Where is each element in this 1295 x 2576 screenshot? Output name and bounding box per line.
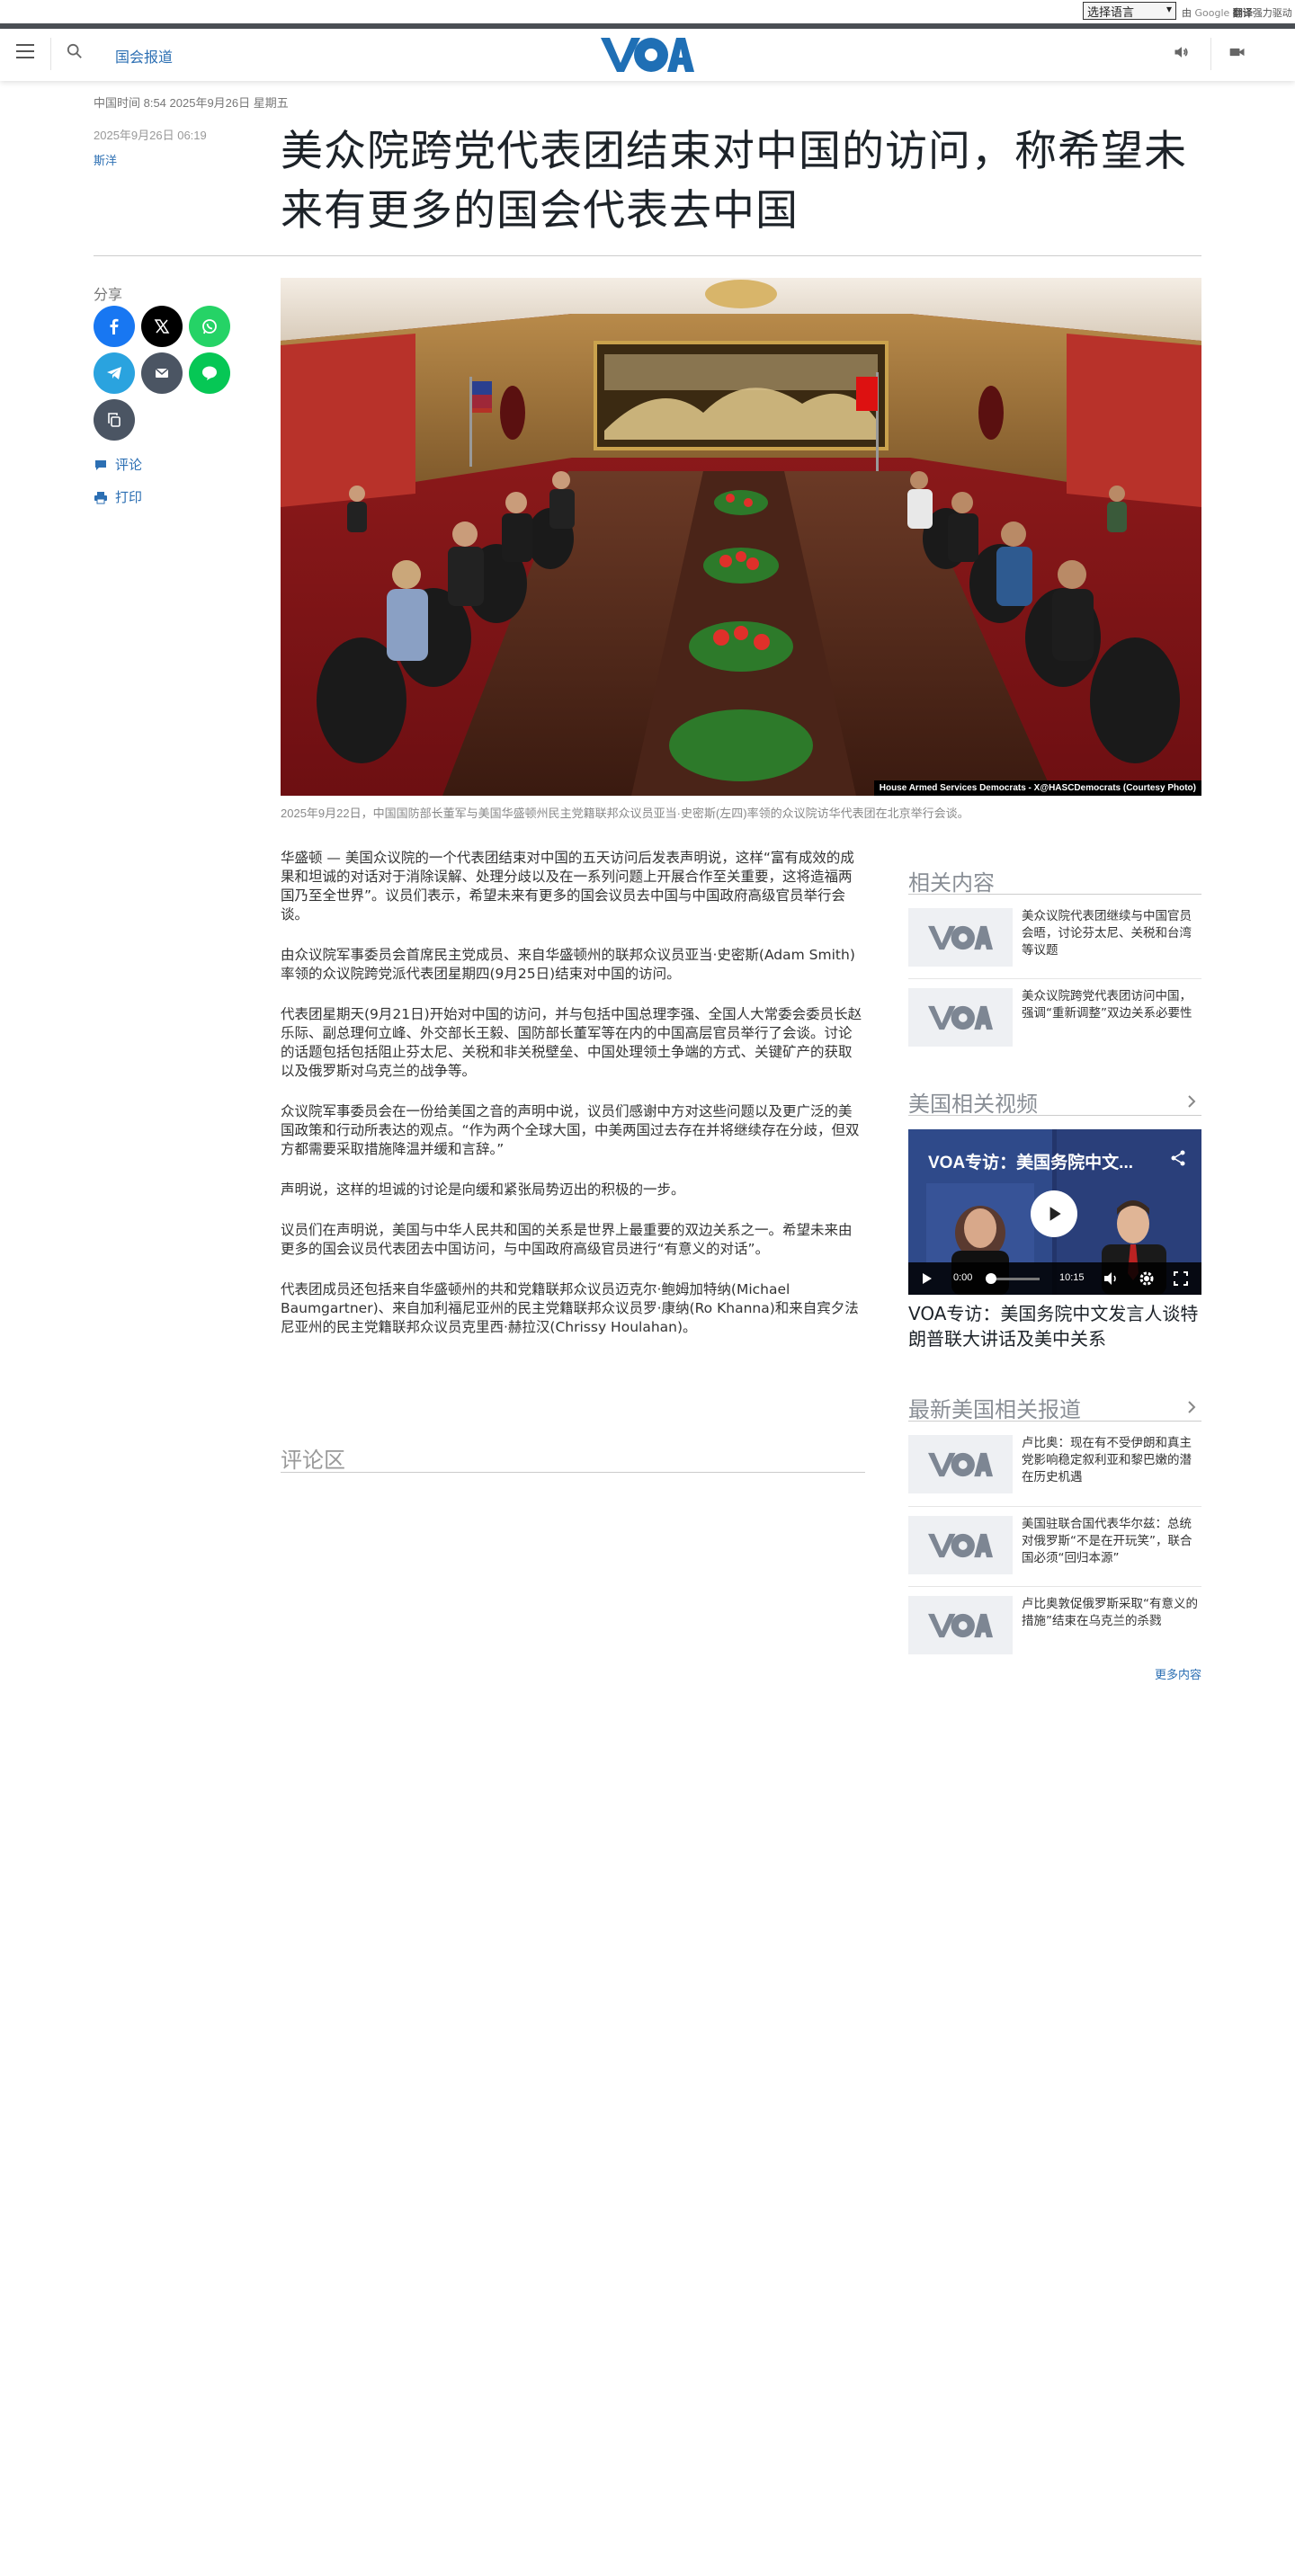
latest-section-title[interactable]: 最新美国相关报道 <box>908 1392 1081 1423</box>
line-share-button[interactable] <box>189 352 230 394</box>
divider <box>908 1586 1201 1587</box>
divider <box>908 1421 1201 1422</box>
dateline: 中国时间 8:54 2025年9月26日 星期五 <box>94 96 289 110</box>
chevron-right-icon[interactable] <box>1185 1095 1198 1108</box>
voa-placeholder-thumbnail <box>908 908 1013 967</box>
divider <box>1210 38 1211 70</box>
video-overlay-title: VOA专访：美国务院中文... <box>928 1154 1134 1172</box>
latest-item[interactable]: 卢比奥敦促俄罗斯采取“有意义的措施”结束在乌克兰的杀戮 <box>908 1596 1201 1662</box>
latest-item-title: 卢比奥敦促俄罗斯采取“有意义的措施”结束在乌克兰的杀戮 <box>1022 1597 1198 1628</box>
divider <box>94 255 1201 256</box>
telegram-share-button[interactable] <box>94 352 135 394</box>
comments-section-title: 评论区 <box>281 1448 345 1473</box>
facebook-share-button[interactable] <box>94 306 135 347</box>
site-header: 国会报道 <box>0 29 1295 81</box>
share-icon[interactable] <box>1169 1149 1187 1167</box>
menu-icon[interactable] <box>16 44 34 58</box>
search-icon[interactable] <box>67 43 86 63</box>
related-item-title: 美众议院代表团继续与中国官员会晤，讨论芬太尼、关税和台湾等议题 <box>1022 909 1192 958</box>
play-button[interactable] <box>1031 1190 1077 1237</box>
latest-item-title: 美国驻联合国代表华尔兹：总统对俄罗斯“不是在开玩笑”，联合国必须“回归本源” <box>1022 1517 1192 1565</box>
voa-placeholder-thumbnail <box>908 988 1013 1047</box>
email-share-button[interactable] <box>141 352 183 394</box>
divider <box>908 1506 1201 1507</box>
chevron-right-icon[interactable] <box>1185 1401 1198 1413</box>
video-camera-icon[interactable] <box>1228 43 1250 65</box>
video-section-title[interactable]: 美国相关视频 <box>908 1086 1038 1118</box>
latest-item-title: 卢比奥：现在有不受伊朗和真主党影响稳定叙利亚和黎巴嫩的潜在历史机遇 <box>1022 1436 1192 1484</box>
play-icon <box>1049 1207 1061 1221</box>
video-player[interactable]: VOA专访：美国务院中文... 0:00 10:15 <box>908 1129 1201 1295</box>
whatsapp-icon <box>202 319 217 334</box>
photo-credit: House Armed Services Democrats - X@HASCD… <box>873 780 1201 796</box>
article-paragraph: 众议院军事委员会在一份给美国之音的声明中说，议员们感谢中方对这些问题以及更广泛的… <box>281 1103 860 1157</box>
section-link-congress[interactable]: 国会报道 <box>115 45 173 67</box>
latest-item[interactable]: 美国驻联合国代表华尔兹：总统对俄罗斯“不是在开玩笑”，联合国必须“回归本源” <box>908 1516 1201 1582</box>
video-headline-link[interactable]: VOA专访：美国务院中文发言人谈特朗普联大讲话及美中关系 <box>908 1301 1201 1351</box>
language-select[interactable]: 选择语言 <box>1083 2 1176 20</box>
fullscreen-icon[interactable] <box>1173 1270 1189 1287</box>
google-logo: Google <box>1194 7 1230 19</box>
share-label: 分享 <box>94 288 123 303</box>
more-content-link[interactable]: 更多内容 <box>1155 1665 1201 1682</box>
voa-placeholder-thumbnail <box>908 1435 1013 1493</box>
volume-icon[interactable] <box>1103 1270 1119 1287</box>
speaker-icon[interactable] <box>1173 43 1194 65</box>
video-controls: 0:00 10:15 <box>908 1262 1201 1295</box>
article-paragraph: 华盛顿 — 美国众议院的一个代表团结束对中国的五天访问后发表声明说，这样“富有成… <box>281 850 854 923</box>
current-time: 0:00 <box>953 1272 973 1283</box>
translate-bar: 选择语言 由 Google 翻译强力驱动 <box>0 0 1295 23</box>
voa-placeholder-thumbnail <box>908 1596 1013 1654</box>
related-item[interactable]: 美众议院跨党代表团访问中国，强调“重新调整”双边关系必要性 <box>908 988 1201 1055</box>
related-item[interactable]: 美众议院代表团继续与中国官员会晤，讨论芬太尼、关税和台湾等议题 <box>908 908 1201 975</box>
article-paragraph: 代表团星期天(9月21日)开始对中国的访问，并与包括中国总理李强、全国人大常委会… <box>281 1006 862 1079</box>
article-paragraph: 由众议院军事委员会首席民主党成员、来自华盛顿州的联邦众议员亚当·史密斯(Adam… <box>281 947 855 982</box>
progress-handle[interactable] <box>986 1273 996 1284</box>
whatsapp-share-button[interactable] <box>189 306 230 347</box>
comment-icon <box>95 459 106 470</box>
latest-item[interactable]: 卢比奥：现在有不受伊朗和真主党影响稳定叙利亚和黎巴嫩的潜在历史机遇 <box>908 1435 1201 1502</box>
settings-gear-icon[interactable] <box>1139 1270 1155 1287</box>
line-icon <box>202 366 217 380</box>
email-icon <box>155 368 169 378</box>
play-control-icon[interactable] <box>921 1270 933 1287</box>
article-body: 华盛顿 — 美国众议院的一个代表团结束对中国的五天访问后发表声明说，这样“富有成… <box>281 849 865 1359</box>
divider <box>281 1472 865 1473</box>
author-link[interactable]: 斯洋 <box>94 151 117 168</box>
photo-caption: 2025年9月22日，中国国防部长董军与美国华盛顿州民主党籍联邦众议员亚当·史密… <box>281 807 969 820</box>
related-item-title: 美众议院跨党代表团访问中国，强调“重新调整”双边关系必要性 <box>1022 989 1192 1021</box>
article-headline: 美众院跨党代表团结束对中国的访问，称希望未来有更多的国会代表去中国 <box>281 127 1187 236</box>
divider <box>908 978 1201 979</box>
telegram-icon <box>107 367 121 379</box>
facebook-icon <box>110 318 119 334</box>
article-paragraph: 议员们在声明说，美国与中华人民共和国的关系是世界上最重要的双边关系之一。希望未来… <box>281 1222 853 1257</box>
translate-credit: 由 Google 翻译强力驱动 <box>1182 7 1292 19</box>
article-photo[interactable]: House Armed Services Democrats - X@HASCD… <box>281 278 1201 796</box>
copy-link-button[interactable] <box>94 399 135 441</box>
copy-icon <box>108 413 121 427</box>
total-time: 10:15 <box>1059 1272 1085 1283</box>
divider <box>50 38 51 70</box>
publish-date: 2025年9月26日 06:19 <box>94 129 207 142</box>
meeting-room-photo <box>281 278 1201 796</box>
divider <box>908 894 1201 895</box>
x-share-button[interactable] <box>141 306 183 347</box>
print-icon <box>94 491 107 504</box>
voa-logo[interactable] <box>601 36 694 74</box>
related-content-title: 相关内容 <box>908 871 995 896</box>
divider <box>908 1115 1201 1116</box>
article-paragraph: 声明说，这样的坦诚的讨论是向缓和紧张局势迈出的积极的一步。 <box>281 1181 685 1198</box>
x-icon <box>154 319 170 334</box>
article-paragraph: 代表团成员还包括来自华盛顿州的共和党籍联邦众议员迈克尔·鲍姆加特纳(Michae… <box>281 1281 859 1335</box>
voa-placeholder-thumbnail <box>908 1516 1013 1574</box>
print-link[interactable]: 打印 <box>94 487 142 506</box>
comment-link[interactable]: 评论 <box>94 455 142 474</box>
